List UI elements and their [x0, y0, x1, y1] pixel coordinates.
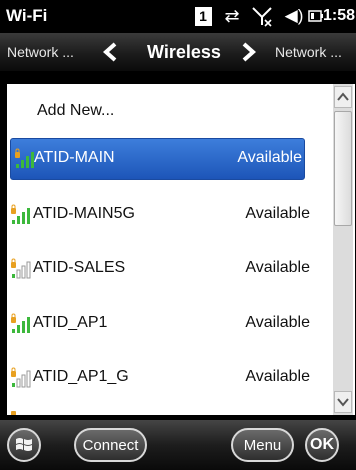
network-row[interactable]: ATID-MAIN Available: [10, 138, 305, 180]
scroll-up-button[interactable]: [334, 86, 352, 108]
menu-button[interactable]: Menu: [231, 428, 294, 462]
network-row-partial[interactable]: [7, 406, 332, 415]
network-name: ATID_AP1: [33, 314, 108, 331]
list-scrollbar[interactable]: [333, 84, 353, 415]
nav-prev-label[interactable]: Network ...: [7, 44, 74, 60]
wireless-network-list[interactable]: Add New... ATID-MAIN Available ATID-MAIN…: [7, 84, 355, 415]
network-row[interactable]: ATID_AP1 Available: [7, 304, 332, 344]
secured-wifi-icon: [11, 258, 31, 279]
scroll-down-button[interactable]: [334, 391, 352, 413]
volume-icon[interactable]: ◀︎): [282, 4, 306, 28]
secured-wifi-icon: [11, 313, 30, 333]
network-row[interactable]: ATID-MAIN5G Available: [7, 195, 332, 235]
network-status: Available: [237, 149, 302, 166]
scroll-thumb[interactable]: [334, 111, 352, 226]
network-row[interactable]: ATID-SALES Available: [7, 249, 332, 289]
network-navbar: Network ... Wireless Network ...: [0, 33, 356, 71]
battery-icon[interactable]: [308, 4, 324, 28]
add-new-item[interactable]: Add New...: [37, 102, 114, 120]
network-status: Available: [245, 314, 310, 331]
notification-indicator[interactable]: 1: [193, 4, 213, 28]
network-row[interactable]: ATID_AP1_G Available: [7, 358, 332, 398]
clock[interactable]: 1:58: [323, 7, 355, 25]
network-status: Available: [245, 205, 310, 222]
network-status: Available: [245, 259, 310, 276]
app-title: Wi-Fi: [6, 6, 48, 25]
notification-count: 1: [194, 6, 212, 26]
ok-button[interactable]: OK: [305, 428, 339, 462]
network-status: Available: [245, 368, 310, 385]
sync-icon[interactable]: ⇄: [219, 4, 245, 28]
status-bar: Wi-Fi 1 ⇄ ◀︎) 1:58: [0, 0, 356, 33]
nav-next-label[interactable]: Network ...: [275, 44, 342, 60]
secured-wifi-icon: [11, 411, 16, 415]
windows-logo-icon: [16, 438, 32, 451]
network-name: ATID-MAIN5G: [33, 205, 135, 222]
network-name: ATID-MAIN: [34, 149, 115, 166]
no-signal-icon[interactable]: [249, 4, 275, 28]
network-name: ATID_AP1_G: [33, 368, 129, 385]
secured-wifi-icon: [11, 204, 30, 224]
chevron-right-icon[interactable]: [237, 41, 259, 63]
chevron-left-icon[interactable]: [100, 41, 122, 63]
nav-current-label: Wireless: [147, 42, 221, 62]
secured-wifi-icon: [11, 367, 31, 388]
connect-button[interactable]: Connect: [74, 428, 147, 462]
network-name: ATID-SALES: [33, 259, 126, 276]
soft-key-bar: Connect Menu OK: [0, 420, 356, 470]
start-button[interactable]: [7, 428, 41, 462]
